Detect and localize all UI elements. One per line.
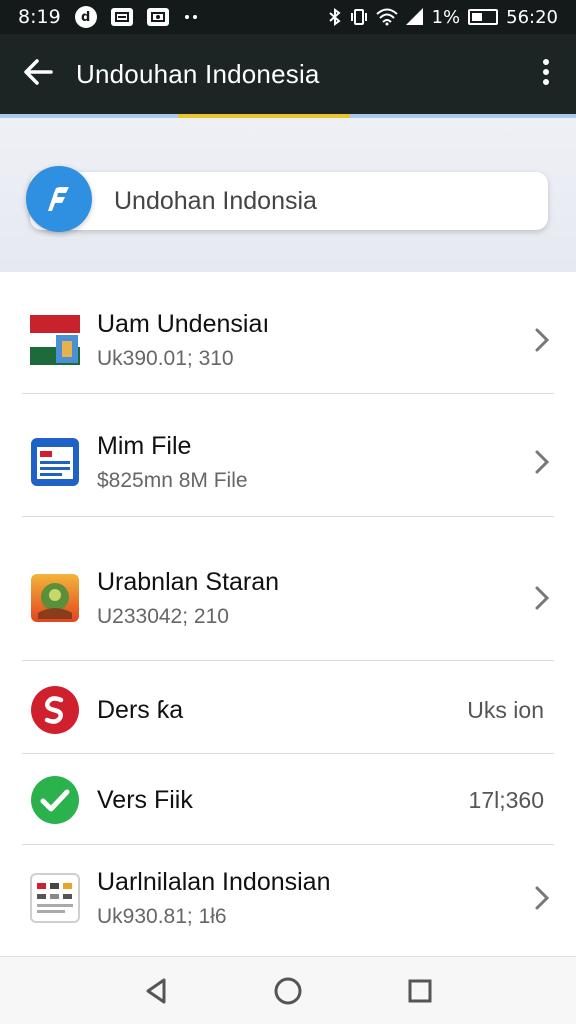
search-input-value: Undohan Indonsia (114, 186, 317, 215)
back-triangle-icon[interactable] (131, 966, 181, 1016)
list-item-subtitle: Uk390.01; 310 (97, 346, 234, 370)
notification-icon: d (74, 6, 97, 28)
list-item-title: Uam Undensiaı (97, 309, 270, 338)
vibrate-icon (350, 8, 368, 26)
green-check-icon (30, 775, 80, 825)
red-s-icon (30, 685, 80, 735)
wifi-icon (375, 8, 398, 26)
system-nav-bar (0, 956, 576, 1024)
list-item-subtitle: U233042; 210 (97, 604, 229, 628)
more-vertical-icon (542, 59, 550, 89)
divider (22, 660, 554, 661)
status-time: 8:19 (18, 6, 61, 28)
list-item[interactable]: Uarlnilalan Indonsian Uk930.81; 1ł6 (0, 850, 576, 946)
list-item-trailing: Uks ion (467, 696, 544, 723)
list-item[interactable]: Ders ƙa Uks ion (0, 672, 576, 748)
chevron-right-icon (530, 447, 554, 477)
landscape-app-icon (30, 573, 80, 623)
file-doc-icon (30, 437, 80, 487)
list-item[interactable]: Vers Fiik 17l;360 (0, 762, 576, 838)
chevron-right-icon (530, 583, 554, 613)
list-item-title: Ders ƙa (97, 695, 184, 724)
home-circle-icon[interactable] (263, 966, 313, 1016)
divider (22, 516, 554, 517)
signal-icon (405, 8, 424, 26)
list-item-subtitle: $825mn 8M File (97, 468, 248, 492)
list-item-title: Uarlnilalan Indonsian (97, 867, 331, 896)
battery-percent: 1% (431, 6, 461, 28)
message-icon (110, 8, 133, 26)
status-clock-right: 56:20 (506, 6, 558, 28)
divider (22, 844, 554, 845)
list-item-title: Mim File (97, 431, 192, 460)
list-item[interactable]: Mim File $825mn 8M File (0, 412, 576, 512)
list-item-subtitle: Uk930.81; 1ł6 (97, 904, 227, 928)
list-item-title: Vers Fiik (97, 785, 193, 814)
list-item[interactable]: Uam Undensiaı Uk390.01; 310 (0, 290, 576, 390)
list-item-trailing: 17l;360 (468, 786, 544, 813)
app-bar: Undouhan Indonesia (0, 34, 576, 114)
arrow-left-icon (23, 59, 53, 89)
chevron-right-icon (530, 883, 554, 913)
flag-app-icon (30, 315, 80, 365)
page-title: Undouhan Indonesia (76, 58, 320, 89)
overflow-menu-button[interactable] (516, 34, 576, 114)
bluetooth-icon (328, 8, 342, 26)
list-item[interactable]: Urabnlan Staran U233042; 210 (0, 548, 576, 648)
photo-icon (146, 8, 169, 26)
divider (22, 753, 554, 754)
grid-doc-icon (30, 873, 80, 923)
more-dots-icon (183, 14, 199, 20)
file-list: Uam Undensiaı Uk390.01; 310 Mim File $82… (0, 272, 576, 956)
status-bar: 8:19 d 1% 56:20 (0, 0, 576, 34)
app-badge-icon[interactable] (26, 166, 92, 232)
back-button[interactable] (0, 34, 76, 114)
battery-icon (468, 9, 499, 25)
divider (22, 393, 554, 394)
search-input[interactable]: Undohan Indonsia (30, 172, 548, 230)
recents-square-icon[interactable] (395, 966, 445, 1016)
list-item-title: Urabnlan Staran (97, 567, 280, 596)
chevron-right-icon (530, 325, 554, 355)
